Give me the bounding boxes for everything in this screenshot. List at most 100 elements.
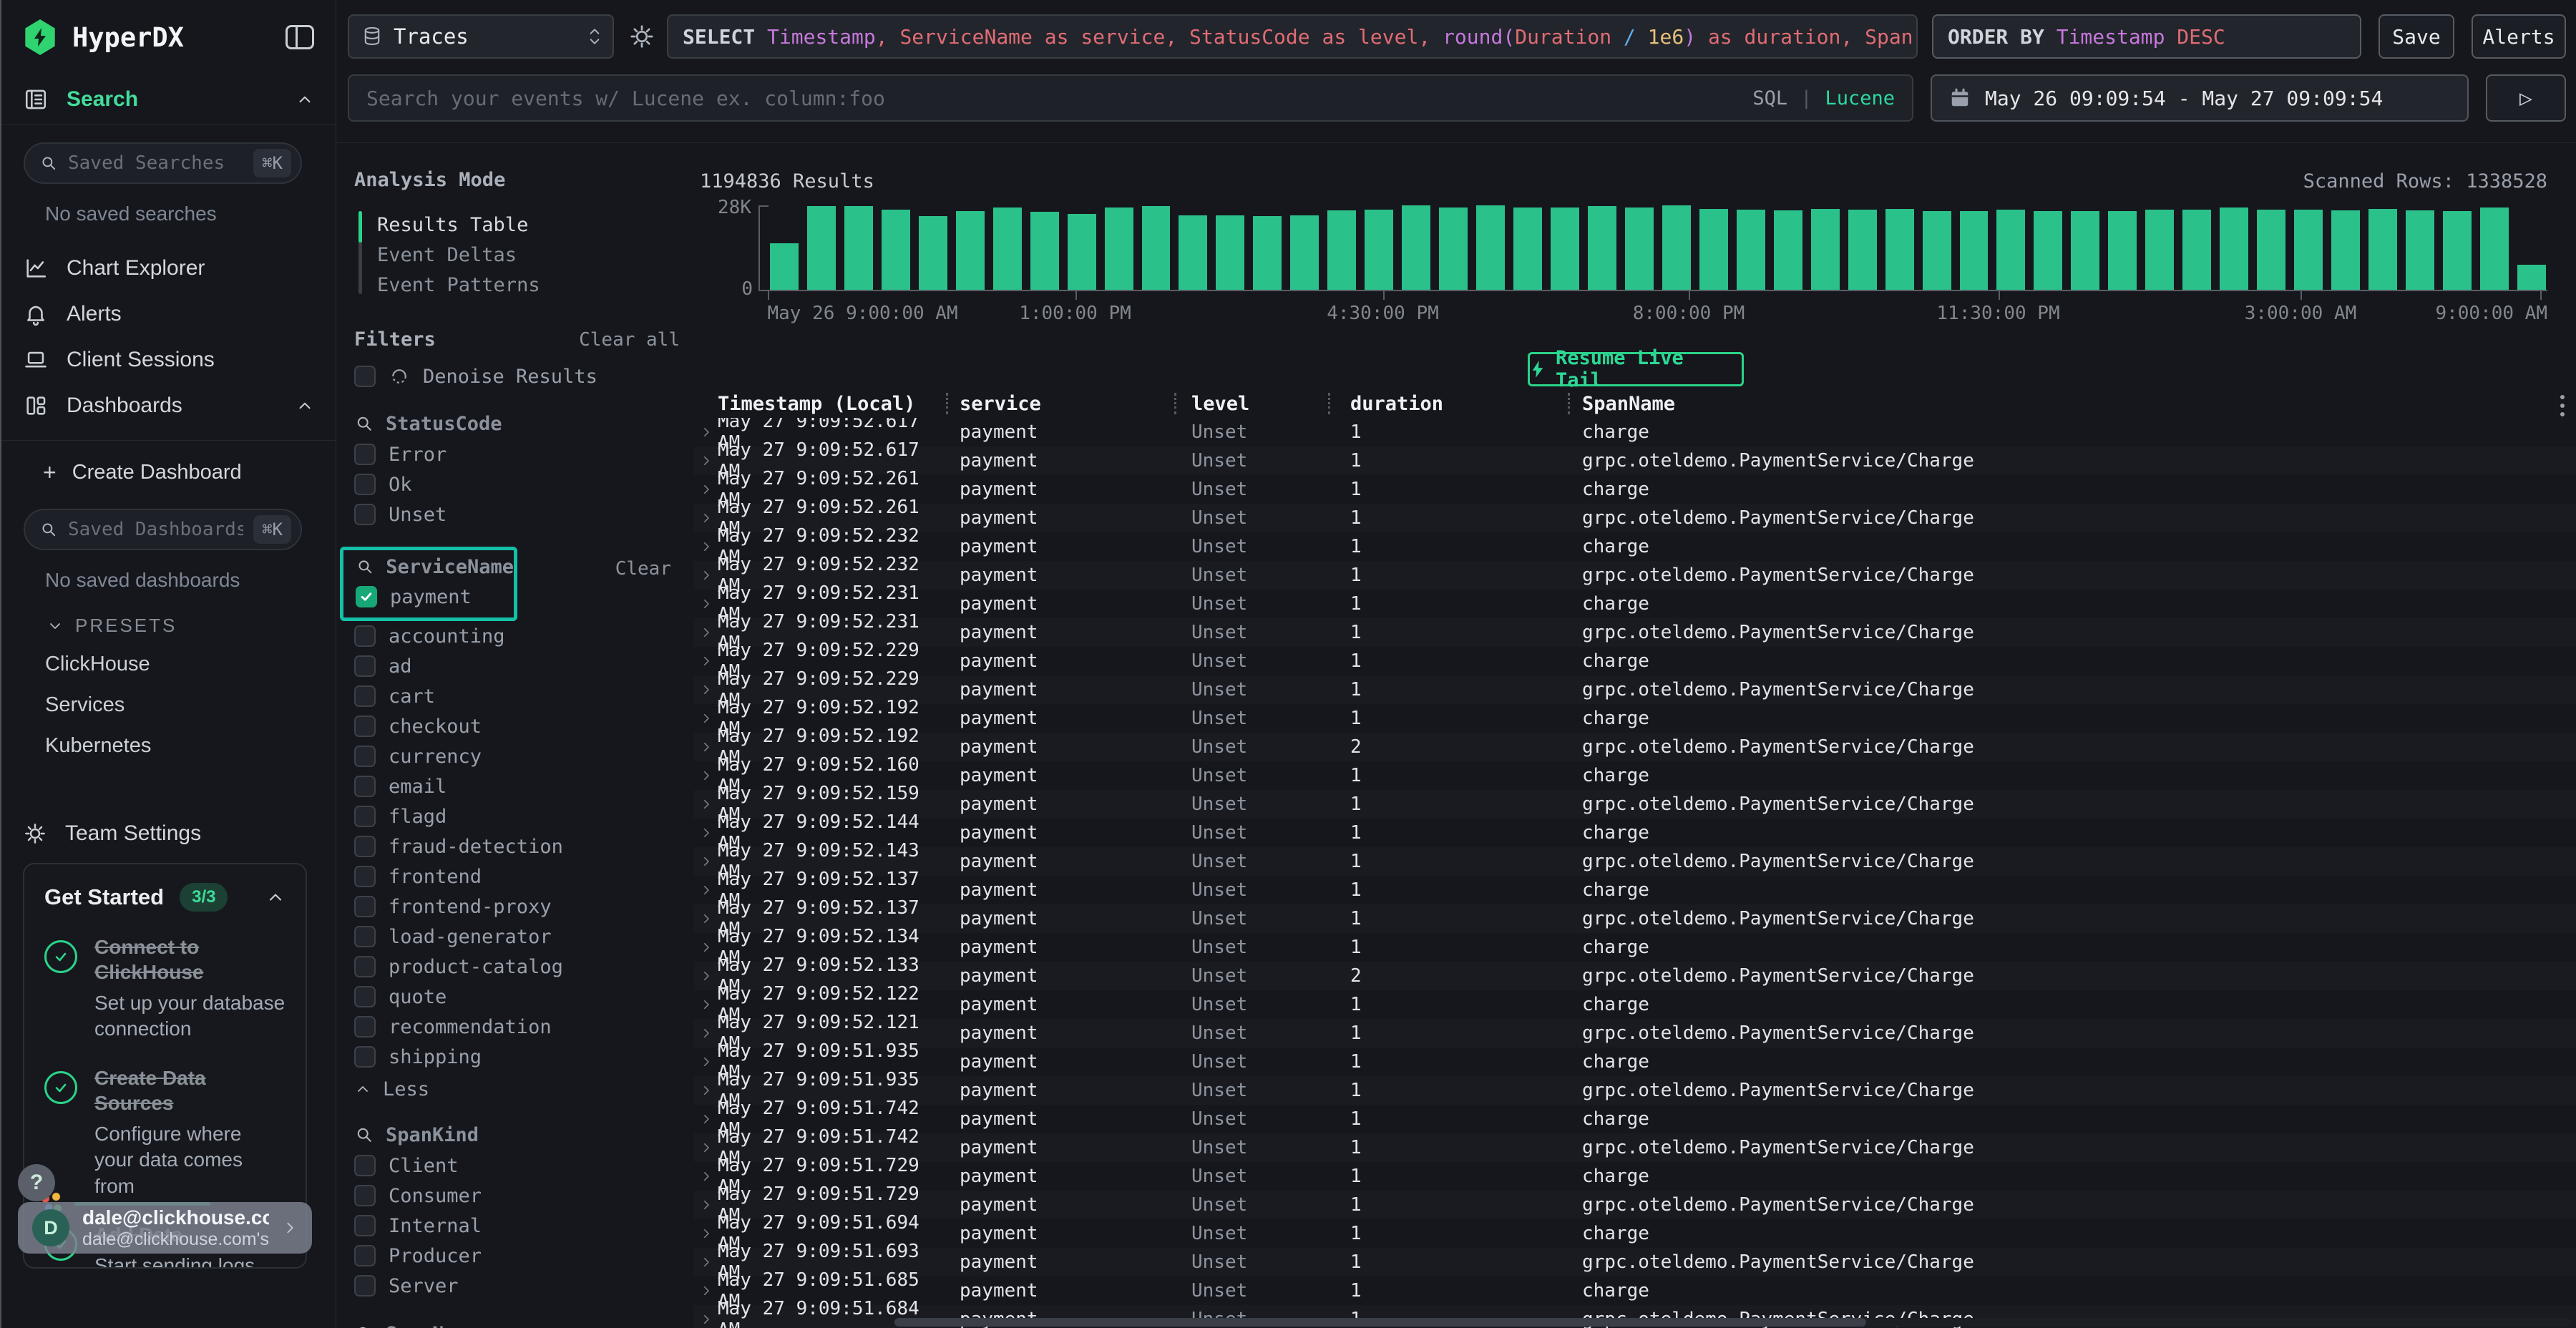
histogram-bar[interactable]: [1960, 211, 1989, 290]
search-icon[interactable]: [354, 1125, 374, 1145]
histogram-bar[interactable]: [807, 206, 836, 290]
table-row[interactable]: May 27 9:09:51.694 AMpaymentUnset1charge: [694, 1219, 2576, 1248]
mode-event-patterns[interactable]: Event Patterns: [377, 270, 680, 300]
row-expand-chevron-icon[interactable]: [694, 454, 718, 467]
table-row[interactable]: May 27 9:09:51.685 AMpaymentUnset1charge: [694, 1276, 2576, 1305]
table-row[interactable]: May 27 9:09:52.133 AMpaymentUnset2grpc.o…: [694, 962, 2576, 990]
histogram-bar[interactable]: [2294, 210, 2323, 290]
table-row[interactable]: May 27 9:09:52.229 AMpaymentUnset1grpc.o…: [694, 675, 2576, 704]
hyperdx-logo-icon[interactable]: [24, 19, 57, 55]
table-row[interactable]: May 27 9:09:52.143 AMpaymentUnset1grpc.o…: [694, 847, 2576, 876]
table-row[interactable]: May 27 9:09:52.261 AMpaymentUnset1grpc.o…: [694, 504, 2576, 532]
row-expand-chevron-icon[interactable]: [694, 655, 718, 668]
filter-option-Internal[interactable]: Internal: [354, 1211, 680, 1241]
filter-checkbox[interactable]: [356, 586, 377, 607]
histogram-bar[interactable]: [1365, 210, 1393, 290]
histogram-bar[interactable]: [1253, 216, 1282, 290]
table-row[interactable]: May 27 9:09:52.137 AMpaymentUnset1charge: [694, 876, 2576, 904]
histogram-bar[interactable]: [1885, 209, 1914, 290]
sidebar-item-dashboards[interactable]: Dashboards: [0, 383, 336, 429]
resume-live-tail-button[interactable]: Resume Live Tail: [1528, 352, 1744, 386]
filter-option-currency[interactable]: currency: [354, 741, 680, 771]
row-expand-chevron-icon[interactable]: [694, 970, 718, 982]
sidebar-item-client-sessions[interactable]: Client Sessions: [0, 337, 336, 383]
filter-checkbox[interactable]: [354, 836, 376, 857]
filter-checkbox[interactable]: [354, 896, 376, 917]
row-expand-chevron-icon[interactable]: [694, 1198, 718, 1211]
row-expand-chevron-icon[interactable]: [694, 1055, 718, 1068]
histogram-bar[interactable]: [770, 243, 799, 290]
filter-checkbox[interactable]: [354, 685, 376, 707]
histogram-bar[interactable]: [1402, 205, 1430, 290]
filter-option-Ok[interactable]: Ok: [354, 469, 680, 499]
table-row[interactable]: May 27 9:09:52.617 AMpaymentUnset1charge: [694, 418, 2576, 446]
run-query-button[interactable]: ▷: [2486, 74, 2566, 122]
lucene-search-field[interactable]: [366, 87, 1752, 110]
histogram-bar[interactable]: [1327, 210, 1356, 290]
column-header-duration[interactable]: duration: [1323, 393, 1563, 415]
table-row[interactable]: May 27 9:09:52.134 AMpaymentUnset1charge: [694, 933, 2576, 962]
row-expand-chevron-icon[interactable]: [694, 826, 718, 839]
table-row[interactable]: May 27 9:09:52.192 AMpaymentUnset1charge: [694, 704, 2576, 733]
row-expand-chevron-icon[interactable]: [694, 1256, 718, 1269]
source-settings-button[interactable]: [625, 14, 658, 59]
table-row[interactable]: May 27 9:09:52.192 AMpaymentUnset2grpc.o…: [694, 733, 2576, 761]
filter-checkbox[interactable]: [354, 1046, 376, 1068]
row-expand-chevron-icon[interactable]: [694, 683, 718, 696]
filter-checkbox[interactable]: [354, 926, 376, 947]
user-menu[interactable]: D dale@clickhouse.com dale@clickhouse.co…: [18, 1202, 312, 1254]
filter-option-frontend-proxy[interactable]: frontend-proxy: [354, 892, 680, 922]
event-search-input[interactable]: SQL | Lucene: [348, 74, 1913, 122]
column-header-spanname[interactable]: SpanName: [1563, 393, 2576, 415]
filter-option-checkout[interactable]: checkout: [354, 711, 680, 741]
table-row[interactable]: May 27 9:09:52.232 AMpaymentUnset1charge: [694, 532, 2576, 561]
filter-option-frontend[interactable]: frontend: [354, 861, 680, 892]
lucene-mode-option[interactable]: Lucene: [1825, 87, 1895, 109]
filter-option-recommendation[interactable]: recommendation: [354, 1012, 680, 1042]
table-row[interactable]: May 27 9:09:52.121 AMpaymentUnset1grpc.o…: [694, 1019, 2576, 1048]
histogram-bar[interactable]: [1662, 205, 1691, 290]
search-icon[interactable]: [356, 557, 374, 577]
sql-mode-option[interactable]: SQL: [1752, 87, 1787, 109]
row-expand-chevron-icon[interactable]: [694, 998, 718, 1011]
histogram-bar[interactable]: [993, 208, 1022, 290]
histogram-bar[interactable]: [2108, 211, 2137, 290]
select-clause-input[interactable]: SELECT Timestamp, ServiceName as service…: [667, 14, 1918, 59]
preset-clickhouse[interactable]: ClickHouse: [0, 644, 336, 685]
filter-option-product-catalog[interactable]: product-catalog: [354, 952, 680, 982]
histogram-bar[interactable]: [1513, 208, 1542, 290]
source-select[interactable]: Traces: [348, 14, 614, 59]
filter-checkbox[interactable]: [354, 655, 376, 677]
row-expand-chevron-icon[interactable]: [694, 712, 718, 725]
histogram-bar[interactable]: [1811, 209, 1840, 290]
filter-checkbox[interactable]: [354, 1215, 376, 1236]
table-row[interactable]: May 27 9:09:51.935 AMpaymentUnset1grpc.o…: [694, 1076, 2576, 1105]
table-row[interactable]: May 27 9:09:51.742 AMpaymentUnset1grpc.o…: [694, 1133, 2576, 1162]
histogram-bar[interactable]: [2480, 208, 2509, 290]
row-expand-chevron-icon[interactable]: [694, 884, 718, 897]
filter-option-Error[interactable]: Error: [354, 439, 680, 469]
histogram-bar[interactable]: [2034, 211, 2062, 290]
filter-option-accounting[interactable]: accounting: [354, 621, 680, 651]
filter-option-Consumer[interactable]: Consumer: [354, 1181, 680, 1211]
column-resize-handle[interactable]: [946, 393, 948, 414]
alerts-button[interactable]: Alerts: [2472, 14, 2566, 59]
save-button[interactable]: Save: [2379, 14, 2454, 59]
filter-option-ad[interactable]: ad: [354, 651, 680, 681]
mode-results-table[interactable]: Results Table: [377, 210, 680, 240]
get-started-step[interactable]: Connect to ClickHouse Set up your databa…: [44, 934, 286, 1043]
histogram-bar[interactable]: [2257, 210, 2285, 290]
table-row[interactable]: May 27 9:09:51.935 AMpaymentUnset1charge: [694, 1048, 2576, 1076]
filter-option-cart[interactable]: cart: [354, 681, 680, 711]
preset-services[interactable]: Services: [0, 685, 336, 726]
filter-checkbox[interactable]: [354, 1185, 376, 1206]
table-row[interactable]: May 27 9:09:52.229 AMpaymentUnset1charge: [694, 647, 2576, 675]
row-expand-chevron-icon[interactable]: [694, 426, 718, 439]
column-resize-handle[interactable]: [1568, 393, 1570, 414]
histogram-bar[interactable]: [1476, 205, 1505, 290]
filter-checkbox[interactable]: [354, 746, 376, 767]
histogram-bar[interactable]: [1439, 208, 1468, 290]
filter-option-Client[interactable]: Client: [354, 1151, 680, 1181]
show-less-toggle[interactable]: Less: [354, 1073, 680, 1105]
histogram-bar[interactable]: [2443, 211, 2472, 290]
